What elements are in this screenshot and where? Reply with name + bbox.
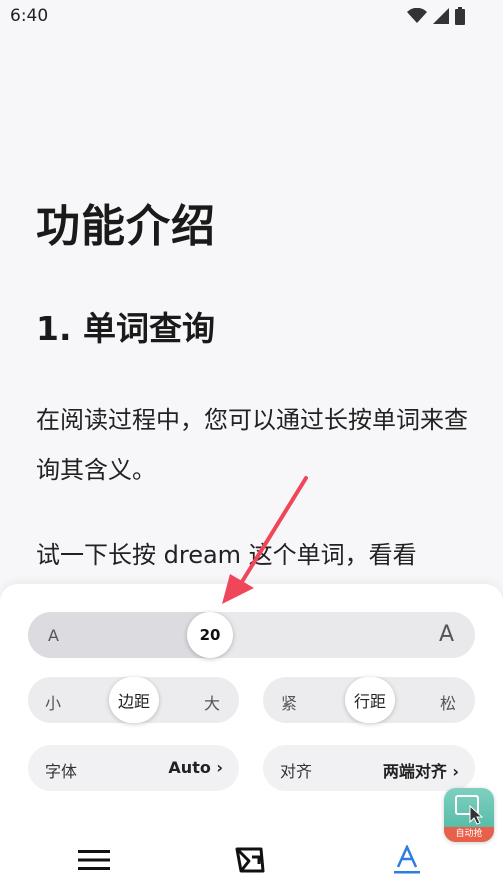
auto-grab-icon	[455, 795, 484, 825]
menu-button[interactable]	[74, 840, 114, 880]
battery-icon	[455, 7, 465, 25]
font-size-slider[interactable]	[28, 612, 475, 658]
alignment-selector[interactable]: 对齐 两端对齐 ›	[263, 745, 475, 791]
font-size-large-label: A	[439, 622, 455, 647]
font-size-small-label: A	[48, 626, 59, 645]
article-paragraph-1: 在阅读过程中，您可以通过长按单词来查询其含义。	[36, 406, 468, 484]
line-spacing-loose-label[interactable]: 松	[440, 690, 456, 714]
status-icons	[407, 7, 465, 25]
text-style-button[interactable]	[387, 840, 427, 880]
margin-control[interactable]: 小 边距 大	[28, 677, 239, 723]
article-title: 功能介绍	[36, 201, 216, 252]
margin-thumb[interactable]: 边距	[109, 677, 159, 723]
text-style-icon	[394, 845, 420, 874]
page-turn-icon	[235, 847, 265, 873]
bottom-nav	[0, 830, 503, 890]
article-paragraph-2: 试一下长按 dream 这个单词，看看	[36, 541, 417, 569]
line-spacing-control[interactable]: 紧 行距 松	[263, 677, 475, 723]
line-spacing-thumb[interactable]: 行距	[345, 677, 395, 723]
page-turn-button[interactable]	[230, 840, 270, 880]
font-label: 字体	[45, 762, 78, 781]
wifi-icon	[407, 8, 427, 23]
margin-large-label[interactable]: 大	[204, 690, 220, 714]
menu-icon	[78, 850, 110, 870]
signal-icon	[433, 8, 449, 24]
font-selector[interactable]: 字体 Auto ›	[28, 745, 239, 791]
font-value: Auto ›	[168, 758, 223, 777]
status-bar: 6:40	[0, 0, 503, 34]
alignment-value: 两端对齐 ›	[382, 762, 459, 781]
margin-small-label[interactable]: 小	[45, 690, 61, 714]
line-spacing-tight-label[interactable]: 紧	[281, 690, 297, 714]
status-time: 6:40	[10, 6, 49, 26]
alignment-label: 对齐	[280, 762, 313, 781]
article-subtitle: 1. 单词查询	[36, 309, 215, 348]
font-size-thumb[interactable]: 20	[187, 612, 233, 658]
